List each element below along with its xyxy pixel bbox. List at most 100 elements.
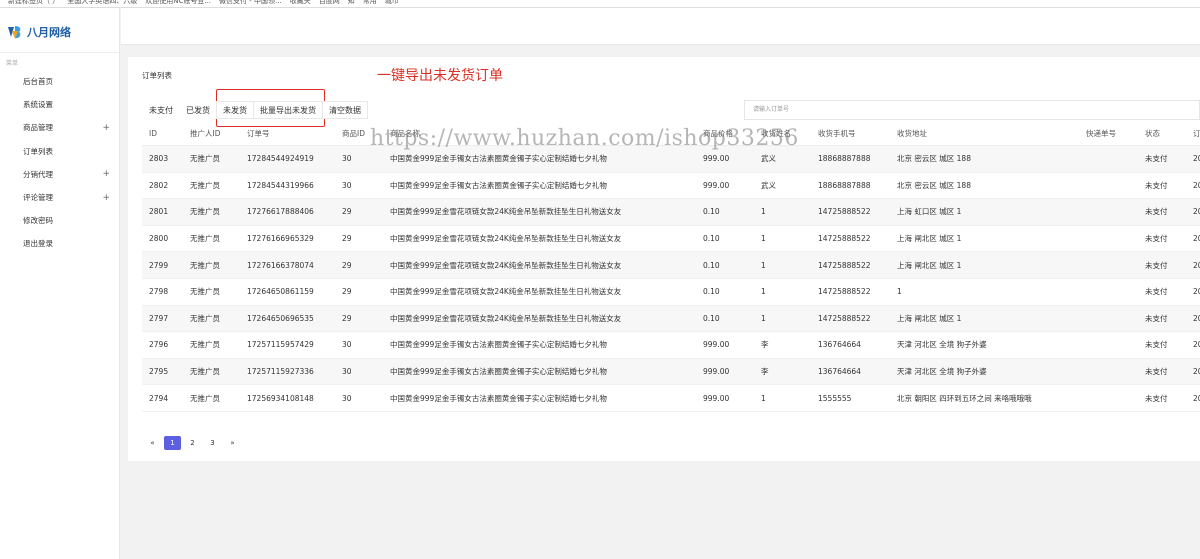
table-row[interactable]: 2798 无推广员 17264650861159 29 中国黄金999足金雪花项链女款2… <box>142 279 1200 306</box>
order-search-input[interactable]: 请输入订单号 <box>744 100 1200 120</box>
sidebar-item-label: 系统设置 <box>23 100 53 110</box>
table-row[interactable]: 2801 无推广员 17276617888406 29 中国黄金999足金雪花项链女款2… <box>142 199 1200 226</box>
table-cell: 中国黄金999足金雪花项链女款24K纯金吊坠新款挂坠生日礼物送女友 <box>390 260 622 270</box>
table-cell: 20 <box>1193 393 1200 403</box>
table-cell: 17264650861159 <box>247 287 314 297</box>
column-header: 收货手机号 <box>818 128 856 138</box>
table-row[interactable]: 2795 无推广员 17257115927336 30 中国黄金999足金手镯女古法素圈… <box>142 358 1200 386</box>
bookmark-item[interactable]: 收藏夹 <box>290 0 311 5</box>
table-cell: 29 <box>342 260 352 270</box>
prev-page-button[interactable]: « <box>144 436 161 450</box>
sidebar-item-label: 退出登录 <box>23 239 53 249</box>
table-cell: 未支付 <box>1145 393 1168 403</box>
page-button[interactable]: 1 <box>164 436 181 450</box>
bookmark-item[interactable]: 知 <box>348 0 355 5</box>
page-title: 订单列表 <box>142 71 172 80</box>
expand-plus-icon: + <box>102 122 110 133</box>
table-cell: 未支付 <box>1145 313 1168 323</box>
sidebar-item[interactable]: 后台首页 <box>0 70 120 93</box>
table-cell: 14725888522 <box>818 234 871 244</box>
table-cell: 20 <box>1193 154 1200 164</box>
column-header: 状态 <box>1145 128 1160 138</box>
table-cell: 2801 <box>149 207 169 217</box>
table-cell: 30 <box>342 180 352 190</box>
table-cell: 17276166965329 <box>247 234 314 244</box>
table-cell: 武义 <box>761 154 776 164</box>
table-cell: 未支付 <box>1145 367 1168 377</box>
table-cell: 30 <box>342 393 352 403</box>
table-cell: 无推广员 <box>190 287 220 297</box>
bookmark-item[interactable]: 新建标签页（ ） <box>8 0 59 5</box>
table-cell: 136764664 <box>818 340 861 350</box>
bookmark-item[interactable]: 百度网 <box>319 0 340 5</box>
table-cell: 17256934108148 <box>247 393 314 403</box>
tab-shipped[interactable]: 已发货 <box>179 101 217 119</box>
table-cell: 17276617888406 <box>247 207 314 217</box>
column-header: 收货姓名 <box>761 128 791 138</box>
table-cell: 999.00 <box>703 367 730 377</box>
table-cell: 14725888522 <box>818 207 871 217</box>
sidebar-item[interactable]: 退出登录 <box>0 232 120 255</box>
table-cell: 未支付 <box>1145 154 1168 164</box>
table-row[interactable]: 2797 无推广员 17264650696535 29 中国黄金999足金雪花项链女款2… <box>142 305 1200 333</box>
table-cell: 0.10 <box>703 287 720 297</box>
table-cell: 李 <box>761 367 769 377</box>
table-row[interactable]: 2794 无推广员 17256934108148 30 中国黄金999足金手镯女古法素圈… <box>142 385 1200 412</box>
table-cell: 无推广员 <box>190 154 220 164</box>
sidebar-item[interactable]: 评论管理 + <box>0 186 120 209</box>
table-cell: 1 <box>761 207 766 217</box>
clear-data-button[interactable]: 清空数据 <box>322 101 368 119</box>
table-row[interactable]: 2802 无推广员 17284544319966 30 中国黄金999足金手镯女古法素圈… <box>142 173 1200 200</box>
table-cell: 14725888522 <box>818 313 871 323</box>
bookmark-item[interactable]: 城市 <box>385 0 399 5</box>
tab-unshipped[interactable]: 未发货 <box>216 101 254 119</box>
table-cell: 999.00 <box>703 340 730 350</box>
table-cell: 无推广员 <box>190 180 220 190</box>
bookmark-item[interactable]: 常用 <box>363 0 377 5</box>
menu-group-label: 菜单 <box>6 60 19 67</box>
sidebar-item[interactable]: 系统设置 <box>0 93 120 116</box>
bookmark-item[interactable]: 全国大学英语四、六级 <box>67 0 137 5</box>
table-cell: 136764664 <box>818 367 861 377</box>
table-cell: 未支付 <box>1145 260 1168 270</box>
table-row[interactable]: 2800 无推广员 17276166965329 29 中国黄金999足金雪花项链女款2… <box>142 226 1200 253</box>
table-cell: 18868887888 <box>818 180 871 190</box>
page-button[interactable]: 3 <box>204 436 221 450</box>
tab-unpaid[interactable]: 未支付 <box>142 101 180 119</box>
table-cell: 未支付 <box>1145 207 1168 217</box>
table-cell: 无推广员 <box>190 340 220 350</box>
column-header: 商品名称 <box>390 128 420 138</box>
table-cell: 中国黄金999足金雪花项链女款24K纯金吊坠新款挂坠生日礼物送女友 <box>390 207 622 217</box>
table-cell: 999.00 <box>703 393 730 403</box>
sidebar-item-label: 后台首页 <box>23 77 53 87</box>
table-cell: 0.10 <box>703 207 720 217</box>
column-header: 订单号 <box>247 128 270 138</box>
table-row[interactable]: 2796 无推广员 17257115957429 30 中国黄金999足金手镯女古法素圈… <box>142 332 1200 359</box>
sidebar-item[interactable]: 修改密码 <box>0 209 120 232</box>
logo[interactable]: 八月网络 <box>6 22 71 42</box>
sidebar-item[interactable]: 分销代理 + <box>0 163 120 186</box>
sidebar-item[interactable]: 商品管理 + <box>0 116 120 139</box>
table-row[interactable]: 2803 无推广员 17284544924919 30 中国黄金999足金手镯女古法素圈… <box>142 146 1200 173</box>
table-cell: 29 <box>342 313 352 323</box>
next-page-button[interactable]: » <box>224 436 241 450</box>
column-header: 快递单号 <box>1086 128 1116 138</box>
table-row[interactable]: 2799 无推广员 17276166378074 29 中国黄金999足金雪花项链女款2… <box>142 252 1200 279</box>
sidebar-item[interactable]: 订单列表 <box>0 140 120 163</box>
table-cell: 1 <box>897 287 902 297</box>
batch-export-unshipped-button[interactable]: 批量导出未发货 <box>253 101 323 119</box>
table-cell: 29 <box>342 207 352 217</box>
table-cell: 上海 闸北区 城区 1 <box>897 313 962 323</box>
bookmarks-bar: 新建标签页（ ） 全国大学英语四、六级 欢迎使用NC账号登... 微信支付 - 中国领… <box>0 0 1200 8</box>
table-cell: 1 <box>761 287 766 297</box>
table-cell: 20 <box>1193 260 1200 270</box>
bookmark-item[interactable]: 微信支付 - 中国领... <box>219 0 282 5</box>
table-cell: 1 <box>761 234 766 244</box>
table-cell: 中国黄金999足金手镯女古法素圈黄金镯子实心定制结婚七夕礼物 <box>390 154 607 164</box>
table-cell: 无推广员 <box>190 260 220 270</box>
page-button[interactable]: 2 <box>184 436 201 450</box>
pagination: «1 2 3» <box>144 436 244 450</box>
table-cell: 999.00 <box>703 154 730 164</box>
bookmark-item[interactable]: 欢迎使用NC账号登... <box>145 0 211 5</box>
table-cell: 20 <box>1193 340 1200 350</box>
